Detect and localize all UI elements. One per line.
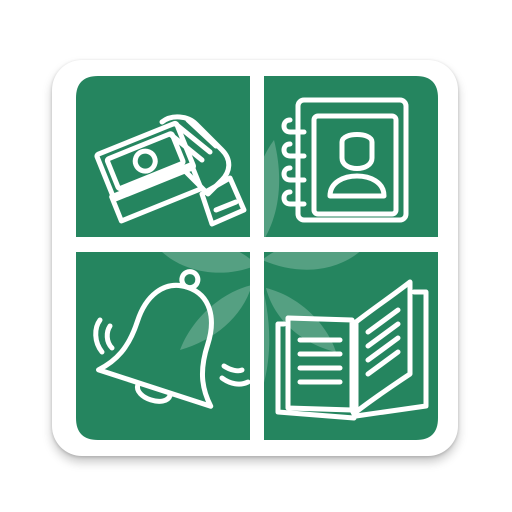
tile-top-left[interactable] <box>76 76 250 237</box>
app-icon[interactable] <box>52 60 458 456</box>
app-icon-graphic <box>76 76 438 440</box>
tile-bottom-left[interactable] <box>76 252 250 440</box>
